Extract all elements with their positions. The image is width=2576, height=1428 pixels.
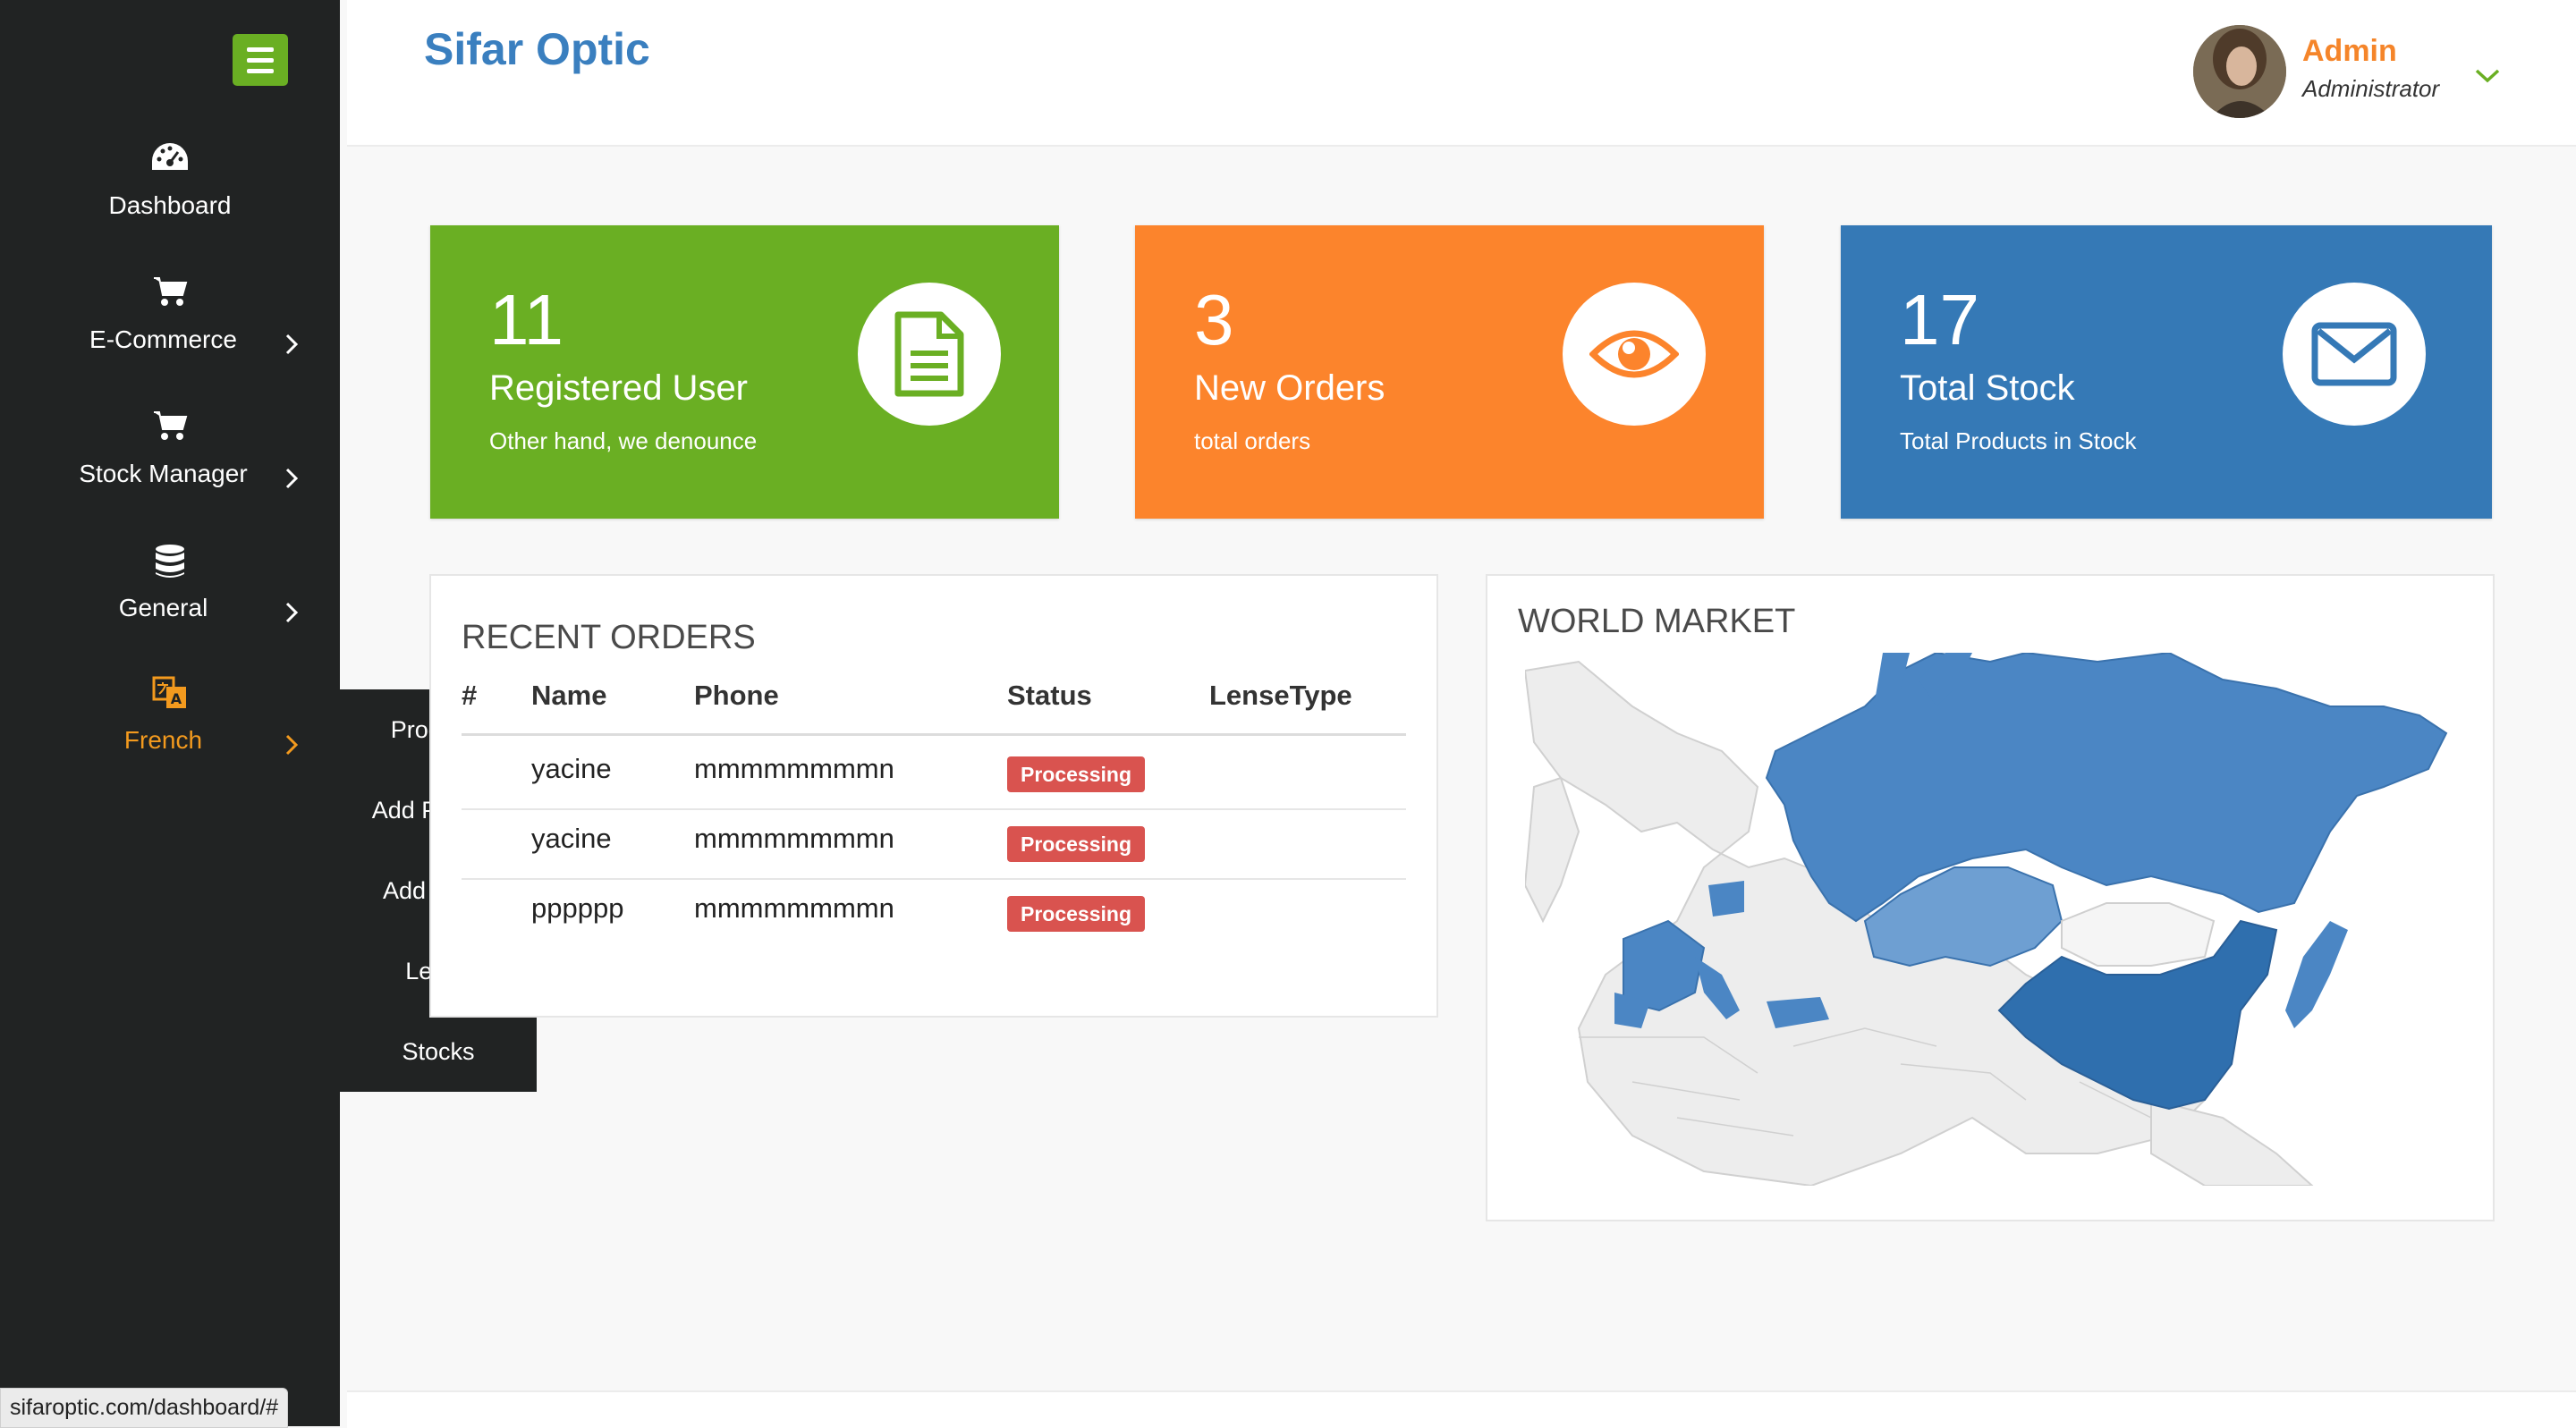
envelope-icon bbox=[2283, 283, 2426, 426]
world-market-panel: WORLD MARKET bbox=[1486, 574, 2495, 1221]
sidebar-item-general[interactable]: General bbox=[0, 544, 340, 669]
column-header[interactable]: # bbox=[462, 680, 477, 712]
sidebar: Dashboard E-Commerce Stock Manager Gener… bbox=[0, 0, 340, 1426]
cart-icon bbox=[0, 275, 340, 312]
stat-value: 11 bbox=[489, 280, 564, 359]
sidebar-item-dashboard[interactable]: Dashboard bbox=[0, 141, 340, 266]
stat-value: 3 bbox=[1194, 280, 1234, 359]
panel-title: RECENT ORDERS bbox=[462, 619, 756, 656]
hamburger-icon bbox=[247, 46, 274, 52]
stat-title: Registered User bbox=[489, 368, 749, 408]
order-name: yacine bbox=[531, 823, 612, 854]
order-name: pppppp bbox=[531, 892, 624, 924]
submenu-item-stocks[interactable]: Stocks bbox=[340, 1011, 537, 1092]
stat-title: Total Stock bbox=[1900, 368, 2075, 408]
cart-icon bbox=[0, 410, 340, 446]
stat-card-total-stock[interactable]: 17 Total Stock Total Products in Stock bbox=[1841, 225, 2492, 519]
chevron-right-icon bbox=[284, 733, 299, 761]
table-row[interactable]: yacine mmmmmmmmn Processing bbox=[462, 808, 1406, 880]
world-map[interactable] bbox=[1523, 651, 2459, 1187]
sidebar-item-ecommerce[interactable]: E-Commerce bbox=[0, 275, 340, 401]
user-name[interactable]: Admin bbox=[2302, 34, 2397, 69]
status-badge: Processing bbox=[1007, 826, 1145, 862]
chevron-right-icon bbox=[284, 467, 299, 494]
stat-card-new-orders[interactable]: 3 New Orders total orders bbox=[1135, 225, 1764, 519]
table-header-divider bbox=[462, 733, 1406, 736]
menu-toggle-button[interactable] bbox=[233, 34, 288, 86]
chevron-right-icon bbox=[284, 333, 299, 360]
column-header[interactable]: LenseType bbox=[1209, 680, 1352, 712]
top-header: Sifar Optic Admin Administrator bbox=[347, 0, 2576, 147]
stat-subtitle: Total Products in Stock bbox=[1900, 427, 2137, 454]
sidebar-item-label: French bbox=[123, 726, 203, 754]
column-header[interactable]: Status bbox=[1007, 680, 1092, 712]
table-row[interactable]: pppppp mmmmmmmmn Processing bbox=[462, 878, 1406, 948]
eye-icon bbox=[1563, 283, 1706, 426]
stat-subtitle: total orders bbox=[1194, 427, 1311, 454]
status-badge: Processing bbox=[1007, 756, 1145, 792]
order-phone: mmmmmmmmn bbox=[694, 892, 894, 924]
translate-icon: A bbox=[0, 676, 340, 714]
user-role: Administrator bbox=[2302, 75, 2440, 102]
stat-value: 17 bbox=[1900, 280, 1979, 359]
table-row[interactable]: yacine mmmmmmmmn Processing bbox=[462, 739, 1406, 810]
stat-title: New Orders bbox=[1194, 368, 1385, 408]
chevron-down-icon[interactable] bbox=[2474, 68, 2501, 89]
status-badge: Processing bbox=[1007, 896, 1145, 932]
column-header[interactable]: Name bbox=[531, 680, 606, 712]
sidebar-item-label: E-Commerce bbox=[89, 325, 237, 353]
stat-subtitle: Other hand, we denounce bbox=[489, 427, 758, 454]
sidebar-item-stock-manager[interactable]: Stock Manager bbox=[0, 410, 340, 535]
document-icon bbox=[858, 283, 1001, 426]
brand-title[interactable]: Sifar Optic bbox=[424, 23, 650, 75]
sidebar-item-french[interactable]: A French bbox=[0, 676, 340, 801]
recent-orders-panel: RECENT ORDERS # Name Phone Status LenseT… bbox=[429, 574, 1438, 1018]
svg-text:A: A bbox=[171, 690, 182, 707]
footer bbox=[347, 1390, 2576, 1428]
tachometer-icon bbox=[0, 141, 340, 178]
sidebar-item-label: Stock Manager bbox=[79, 460, 248, 487]
status-bar-url: sifaroptic.com/dashboard/# bbox=[0, 1388, 289, 1428]
stat-card-registered-users[interactable]: 11 Registered User Other hand, we denoun… bbox=[430, 225, 1059, 519]
chevron-right-icon bbox=[284, 601, 299, 629]
sidebar-item-label: General bbox=[118, 594, 208, 621]
order-phone: mmmmmmmmn bbox=[694, 823, 894, 854]
panel-title: WORLD MARKET bbox=[1518, 603, 1796, 640]
avatar[interactable] bbox=[2193, 25, 2286, 118]
database-icon bbox=[0, 544, 340, 584]
column-header[interactable]: Phone bbox=[694, 680, 779, 712]
order-name: yacine bbox=[531, 753, 612, 784]
sidebar-item-label: Dashboard bbox=[108, 191, 232, 219]
order-phone: mmmmmmmmn bbox=[694, 753, 894, 784]
